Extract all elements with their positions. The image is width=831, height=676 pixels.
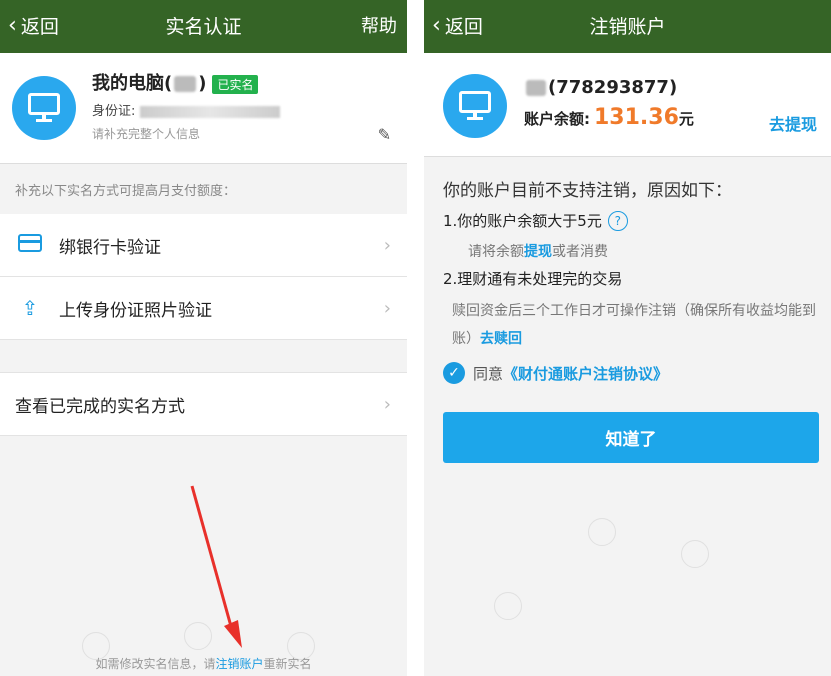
bank-card-icon (15, 233, 45, 257)
redacted-mark (174, 76, 197, 92)
account-card: (778293877) 账户余额: 131.36元 去提现 (424, 53, 831, 157)
account-balance: 账户余额: 131.36元 (524, 105, 694, 130)
edit-icon[interactable]: ✎ (378, 125, 391, 144)
reason-2: 2.理财通有未处理完的交易 (443, 270, 623, 288)
withdraw-link[interactable]: 去提现 (769, 111, 817, 135)
upload-icon: ⇪ (21, 296, 39, 320)
profile-hint: 请补充完整个人信息 (92, 127, 201, 141)
help-button[interactable]: 帮助 (361, 12, 397, 38)
row-label: 查看已完成的实名方式 (15, 396, 185, 417)
avatar (443, 74, 507, 138)
row-label: 上传身份证照片验证 (59, 300, 212, 321)
nav-bar: ‹ 返回 实名认证 帮助 (0, 0, 407, 53)
bg-circle (681, 540, 709, 568)
id-photo-verify-row[interactable]: ⇪ 上传身份证照片验证 › (0, 277, 407, 340)
profile-name: 我的电脑() 已实名 (92, 69, 259, 95)
section-note: 补充以下实名方式可提高月支付额度： (15, 184, 237, 199)
account-name: (778293877) (524, 77, 677, 98)
help-question-icon[interactable]: ? (607, 210, 628, 231)
verified-badge: 已实名 (212, 74, 259, 94)
footer-note: 如需修改实名信息，请注销账户重新实名 (95, 657, 312, 671)
bank-card-verify-row[interactable]: 绑银行卡验证 › (0, 214, 407, 277)
id-card-line: 身份证: (92, 100, 280, 119)
withdraw-inline-link[interactable]: 提现 (524, 244, 552, 260)
page-title: 注销账户 (589, 16, 666, 38)
chevron-right-icon: › (383, 234, 391, 256)
monitor-icon (459, 91, 491, 113)
agreement-row[interactable]: ✓ 同意 《财付通账户注销协议》 (443, 362, 668, 384)
got-it-button[interactable]: 知道了 (443, 412, 819, 463)
completed-methods-row[interactable]: 查看已完成的实名方式 › (0, 372, 407, 436)
row-label: 绑银行卡验证 (59, 237, 161, 258)
avatar (12, 76, 76, 140)
reason-1-detail: 请将余额提现或者消费 (468, 244, 608, 260)
realname-auth-screen: ‹ 返回 实名认证 帮助 我的电脑() 已实名 身份证: 请补充完整个人信息 ✎ … (0, 0, 407, 676)
page-title: 实名认证 (165, 16, 242, 38)
annotation-arrow (190, 485, 242, 648)
cancel-account-screen: ‹ 返回 注销账户 (778293877) 账户余额: 131.36元 去提现 你… (424, 0, 831, 676)
chevron-right-icon: › (383, 393, 391, 415)
checkmark-icon[interactable]: ✓ (443, 362, 465, 384)
reason-1: 1.你的账户余额大于5元 ? (443, 210, 628, 231)
chevron-right-icon: › (383, 297, 391, 319)
monitor-icon (28, 93, 60, 115)
agreement-link[interactable]: 《财付通账户注销协议》 (503, 363, 668, 384)
redeem-link[interactable]: 去赎回 (480, 331, 522, 347)
bg-circle (588, 518, 616, 546)
redacted-id (139, 105, 280, 118)
balance-amount: 131.36 (594, 105, 679, 130)
redacted-mark (526, 80, 546, 96)
nav-bar: ‹ 返回 注销账户 (424, 0, 831, 53)
reason-title: 你的账户目前不支持注销，原因如下： (443, 181, 732, 201)
profile-card[interactable]: 我的电脑() 已实名 身份证: 请补充完整个人信息 ✎ (0, 53, 407, 164)
cancel-account-link[interactable]: 注销账户 (215, 657, 263, 671)
bg-circle (494, 592, 522, 620)
reason-2-detail: 赎回资金后三个工作日才可操作注销（确保所有收益均能到账）去赎回 (452, 303, 816, 347)
